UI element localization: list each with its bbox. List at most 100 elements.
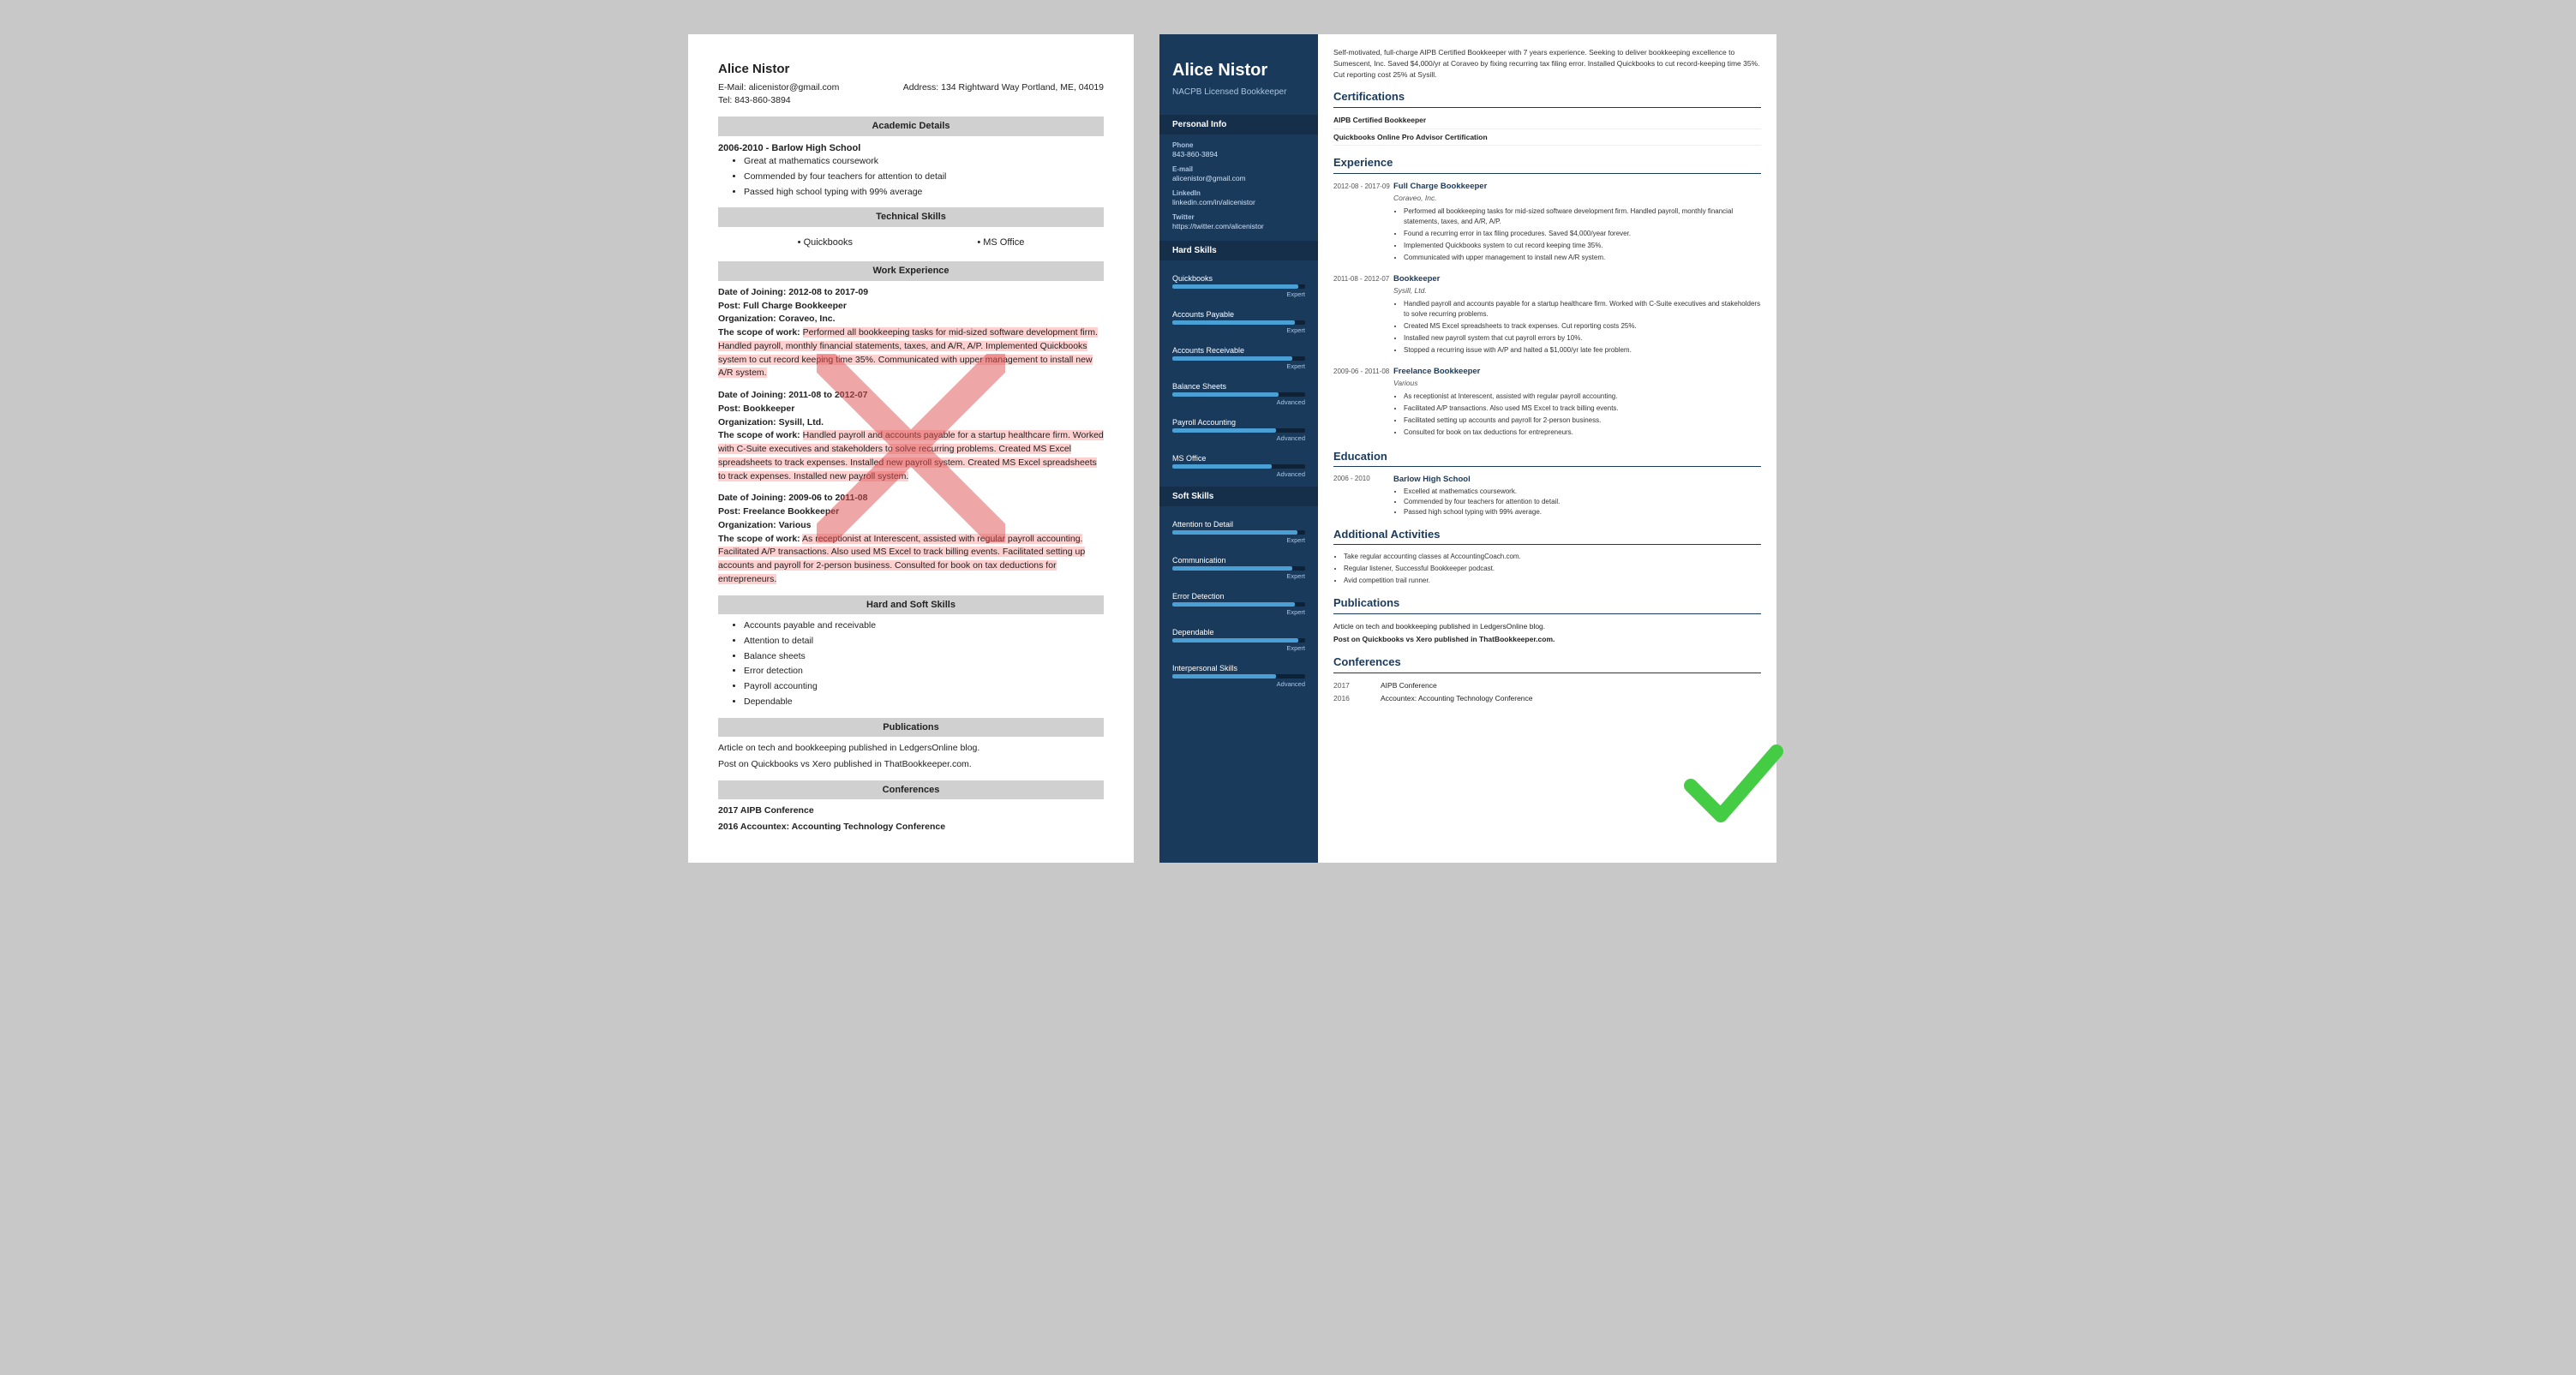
skill-name-3: Balance Sheets: [1159, 375, 1318, 392]
bad-work-1-post: Post: Bookkeeper: [718, 403, 1104, 416]
good-linkedin-value: linkedin.com/in/alicenistor: [1159, 198, 1318, 213]
soft-skill-name-1: Communication: [1159, 549, 1318, 566]
list-item: Commended by four teachers for attention…: [744, 170, 1104, 184]
list-item: Implemented Quickbooks system to cut rec…: [1404, 241, 1761, 251]
bad-resume: Alice Nistor E-Mail: alicenistor@gmail.c…: [688, 34, 1134, 863]
good-exp-0-date: 2012-08 - 2017-09: [1333, 181, 1393, 265]
soft-skill-name-4: Interpersonal Skills: [1159, 657, 1318, 674]
bad-pub-1: Post on Quickbooks vs Xero published in …: [718, 758, 1104, 772]
soft-skill-level-2: Expert: [1159, 607, 1318, 621]
good-pub-title: Publications: [1333, 595, 1761, 614]
list-item: Dependable: [744, 696, 1104, 709]
bad-skills-list: Accounts payable and receivable Attentio…: [718, 619, 1104, 709]
good-cert-title: Certifications: [1333, 88, 1761, 108]
good-resume: Alice Nistor NACPB Licensed Bookkeeper P…: [1159, 34, 1776, 863]
list-item: Handled payroll and accounts payable for…: [1404, 299, 1761, 320]
good-conf-0: 2017 AIPB Conference: [1333, 680, 1761, 691]
good-exp-1-bullets: Handled payroll and accounts payable for…: [1393, 299, 1761, 356]
good-conf-0-name: AIPB Conference: [1381, 680, 1437, 691]
good-edu-0-school: Barlow High School: [1393, 474, 1761, 486]
list-item: Excelled at mathematics coursework.: [1404, 487, 1761, 497]
good-cert-0: AIPB Certified Bookkeeper: [1333, 115, 1761, 129]
good-conf-1-name: Accountex: Accounting Technology Confere…: [1381, 693, 1533, 704]
good-exp-2-company: Various: [1393, 378, 1761, 389]
bad-work-1-joining: Date of Joining: 2011-08 to 2012-07: [718, 389, 1104, 403]
soft-skill-name-2: Error Detection: [1159, 585, 1318, 602]
skill-level-2: Expert: [1159, 362, 1318, 375]
bad-work-0-post: Post: Full Charge Bookkeeper: [718, 300, 1104, 314]
good-exp-0-company: Coraveo, Inc.: [1393, 193, 1761, 204]
good-hard-skills-title: Hard Skills: [1159, 241, 1318, 260]
skill-name-4: Payroll Accounting: [1159, 411, 1318, 428]
list-item: Attention to detail: [744, 635, 1104, 649]
bad-work-2-joining: Date of Joining: 2009-06 to 2011-08: [718, 492, 1104, 505]
skill-level-4: Advanced: [1159, 433, 1318, 447]
good-exp-0-title: Full Charge Bookkeeper: [1393, 181, 1761, 193]
page-wrapper: Alice Nistor E-Mail: alicenistor@gmail.c…: [688, 34, 1888, 863]
bad-contact-left: E-Mail: alicenistor@gmail.com Tel: 843-8…: [718, 81, 839, 109]
good-sidebar: Alice Nistor NACPB Licensed Bookkeeper P…: [1159, 34, 1318, 863]
bad-work-2-org: Organization: Various: [718, 519, 1104, 533]
bad-skills-header: Hard and Soft Skills: [718, 595, 1104, 615]
good-exp-1-company: Sysill, Ltd.: [1393, 285, 1761, 296]
list-item: Passed high school typing with 99% avera…: [1404, 507, 1761, 517]
good-edu-0: 2006 - 2010 Barlow High School Excelled …: [1333, 474, 1761, 517]
skill-name-0: Quickbooks: [1159, 267, 1318, 284]
bad-work-1: Date of Joining: 2011-08 to 2012-07 Post…: [718, 389, 1104, 483]
good-exp-1: 2011-08 - 2012-07 Bookkeeper Sysill, Ltd…: [1333, 273, 1761, 357]
good-phone-value: 843-860-3894: [1159, 150, 1318, 165]
good-exp-0-bullets: Performed all bookkeeping tasks for mid-…: [1393, 206, 1761, 263]
good-email-label: E-mail: [1159, 165, 1318, 174]
bad-contact: E-Mail: alicenistor@gmail.com Tel: 843-8…: [718, 81, 1104, 109]
good-conf-1-year: 2016: [1333, 693, 1381, 704]
good-name: Alice Nistor: [1159, 51, 1318, 85]
bad-academic-list: Great at mathematics coursework Commende…: [718, 155, 1104, 199]
bad-pub-header: Publications: [718, 718, 1104, 738]
good-exp-1-date: 2011-08 - 2012-07: [1333, 273, 1393, 357]
good-pub-0: Article on tech and bookkeeping publishe…: [1333, 621, 1761, 632]
soft-skill-level-1: Expert: [1159, 571, 1318, 585]
good-exp-2-title: Freelance Bookkeeper: [1393, 366, 1761, 378]
good-cert-1: Quickbooks Online Pro Advisor Certificat…: [1333, 132, 1761, 146]
good-exp-2-date: 2009-06 - 2011-08: [1333, 366, 1393, 439]
good-exp-0: 2012-08 - 2017-09 Full Charge Bookkeeper…: [1333, 181, 1761, 265]
list-item: Great at mathematics coursework: [744, 155, 1104, 169]
list-item: Facilitated A/P transactions. Also used …: [1404, 404, 1761, 414]
skill-name-2: Accounts Receivable: [1159, 339, 1318, 356]
good-exp-2-details: Freelance Bookkeeper Various As receptio…: [1393, 366, 1761, 439]
list-item: Consulted for book on tax deductions for…: [1404, 427, 1761, 438]
bad-tech-header: Technical Skills: [718, 207, 1104, 227]
good-twitter-value: https://twitter.com/alicenistor: [1159, 222, 1318, 237]
skill-name-5: MS Office: [1159, 447, 1318, 464]
bad-academic-header: Academic Details: [718, 117, 1104, 136]
bad-conf-header: Conferences: [718, 780, 1104, 800]
good-linkedin-label: LinkedIn: [1159, 189, 1318, 198]
good-exp-2: 2009-06 - 2011-08 Freelance Bookkeeper V…: [1333, 366, 1761, 439]
list-item: As receptionist at Interescent, assisted…: [1404, 392, 1761, 402]
good-edu-0-details: Barlow High School Excelled at mathemati…: [1393, 474, 1761, 517]
bad-tel: Tel: 843-860-3894: [718, 94, 839, 108]
list-item: Payroll accounting: [744, 680, 1104, 694]
good-pub-1: Post on Quickbooks vs Xero published in …: [1333, 634, 1761, 645]
list-item: Performed all bookkeeping tasks for mid-…: [1404, 206, 1761, 227]
skill-level-3: Advanced: [1159, 398, 1318, 411]
skill-name-1: Accounts Payable: [1159, 303, 1318, 320]
list-item: Error detection: [744, 665, 1104, 679]
skill-level-1: Expert: [1159, 326, 1318, 339]
soft-skill-level-3: Expert: [1159, 643, 1318, 657]
bad-work-1-scope: The scope of work: Handled payroll and a…: [718, 429, 1104, 483]
list-item: Installed new payroll system that cut pa…: [1404, 333, 1761, 344]
list-item: Commended by four teachers for attention…: [1404, 497, 1761, 507]
bad-conf-0: 2017 AIPB Conference: [718, 804, 1104, 818]
good-personal-info-title: Personal Info: [1159, 115, 1318, 135]
bad-work-0-org: Organization: Coraveo, Inc.: [718, 313, 1104, 326]
bad-work-2-scope: The scope of work: As receptionist at In…: [718, 533, 1104, 587]
good-edu-title: Education: [1333, 448, 1761, 468]
good-twitter-label: Twitter: [1159, 213, 1318, 222]
list-item: Regular listener, Successful Bookkeeper …: [1344, 564, 1761, 574]
list-item: Avid competition trail runner.: [1344, 576, 1761, 586]
bad-work-0: Date of Joining: 2012-08 to 2017-09 Post…: [718, 286, 1104, 380]
skill-level-5: Advanced: [1159, 469, 1318, 483]
good-summary: Self-motivated, full-charge AIPB Certifi…: [1333, 47, 1761, 80]
good-edu-0-bullets: Excelled at mathematics coursework. Comm…: [1393, 487, 1761, 517]
